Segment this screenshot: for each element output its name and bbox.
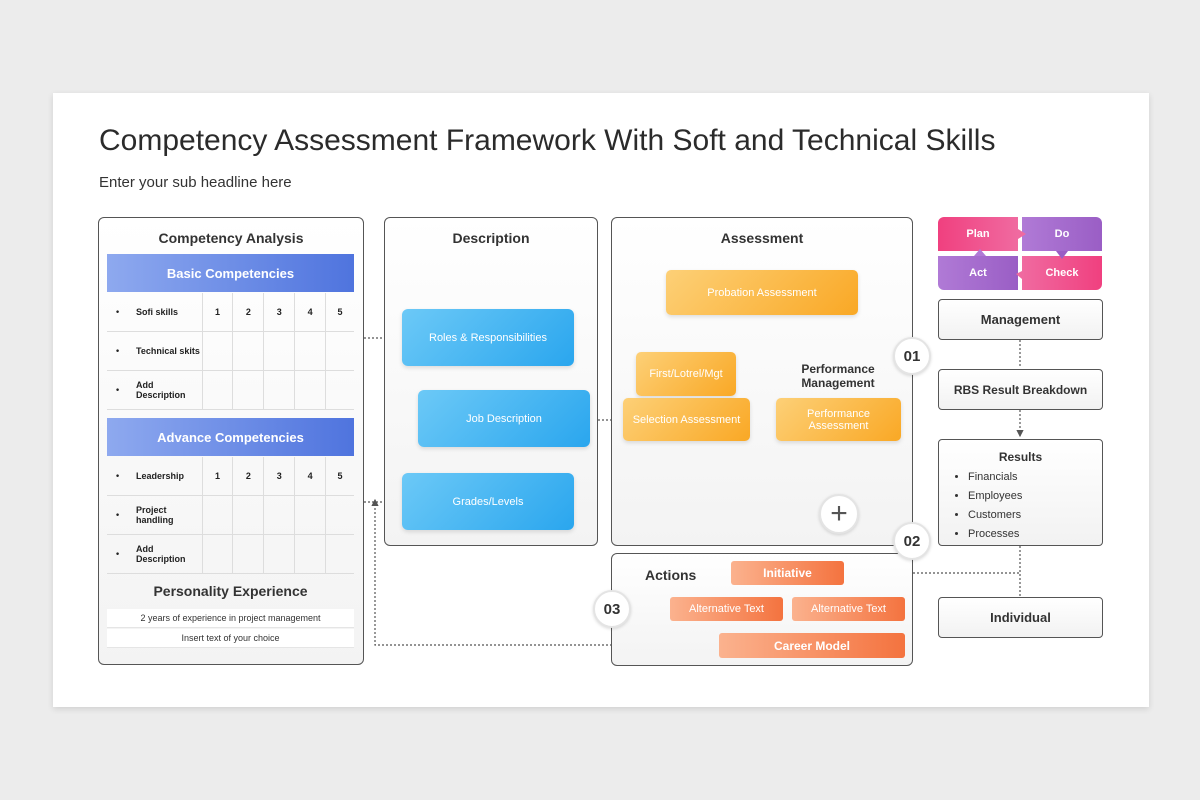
management-box[interactable]: Management <box>938 299 1103 340</box>
individual-box[interactable]: Individual <box>938 597 1103 638</box>
add-icon[interactable]: + <box>819 494 859 534</box>
basic-competencies-header: Basic Competencies <box>107 254 354 292</box>
row-label: Sofi skills <box>107 293 203 332</box>
selection-assessment-box[interactable]: Selection Assessment <box>623 398 750 441</box>
row-label: Technical skits <box>107 331 203 371</box>
rating-cell[interactable] <box>263 331 296 371</box>
step-number-03: 03 <box>593 590 631 628</box>
row-label: Add Description <box>107 370 203 410</box>
rbs-result-breakdown-box[interactable]: RBS Result Breakdown <box>938 369 1103 410</box>
scale-3: 3 <box>263 457 296 496</box>
personality-line: 2 years of experience in project managem… <box>107 609 354 628</box>
rating-cell[interactable] <box>325 534 354 574</box>
rating-cell[interactable] <box>263 534 296 574</box>
scale-5: 5 <box>325 457 354 496</box>
alternative-text-box-2[interactable]: Alternative Text <box>792 597 905 621</box>
basic-competencies-table: Sofi skills 1 2 3 4 5 Technical skits Ad… <box>107 293 354 410</box>
rating-cell[interactable] <box>202 331 234 371</box>
rating-cell[interactable] <box>202 534 234 574</box>
alternative-text-box-1[interactable]: Alternative Text <box>670 597 783 621</box>
table-row: Add Description <box>107 370 354 410</box>
career-model-box[interactable]: Career Model <box>719 633 905 658</box>
rating-cell[interactable] <box>202 370 234 410</box>
rating-cell[interactable] <box>325 495 354 535</box>
table-row: Add Description <box>107 534 354 574</box>
scale-5: 5 <box>325 293 354 332</box>
row-label: Project handling <box>107 495 203 535</box>
table-row: Technical skits <box>107 331 354 371</box>
actions-title: Actions <box>645 567 697 583</box>
probation-assessment-box[interactable]: Probation Assessment <box>666 270 858 315</box>
scale-1: 1 <box>202 293 234 332</box>
personality-experience-title: Personality Experience <box>153 583 308 599</box>
list-item: Financials <box>968 468 1102 487</box>
assessment-title: Assessment <box>720 230 804 246</box>
table-row: Leadership 1 2 3 4 5 <box>107 457 354 496</box>
row-label: Add Description <box>107 534 203 574</box>
description-title: Description <box>452 230 530 246</box>
rating-cell[interactable] <box>294 534 327 574</box>
scale-2: 2 <box>232 293 265 332</box>
scale-2: 2 <box>232 457 265 496</box>
performance-assessment-box[interactable]: Performance Assessment <box>776 398 901 441</box>
scale-4: 4 <box>294 293 327 332</box>
results-box[interactable]: Results Financials Employees Customers P… <box>938 439 1103 546</box>
table-row: Sofi skills 1 2 3 4 5 <box>107 293 354 332</box>
results-title: Results <box>998 450 1043 464</box>
job-description-box[interactable]: Job Description <box>418 390 590 447</box>
competency-analysis-title: Competency Analysis <box>158 230 304 246</box>
rating-cell[interactable] <box>325 331 354 371</box>
rating-cell[interactable] <box>263 370 296 410</box>
advance-competencies-table: Leadership 1 2 3 4 5 Project handling Ad… <box>107 457 354 574</box>
rating-cell[interactable] <box>232 331 265 371</box>
rating-cell[interactable] <box>202 495 234 535</box>
step-number-02: 02 <box>893 522 931 560</box>
list-item: Processes <box>968 525 1102 544</box>
scale-1: 1 <box>202 457 234 496</box>
initiative-box[interactable]: Initiative <box>731 561 844 585</box>
rating-cell[interactable] <box>232 495 265 535</box>
rating-cell[interactable] <box>232 370 265 410</box>
step-number-01: 01 <box>893 337 931 375</box>
table-row: Project handling <box>107 495 354 535</box>
rating-cell[interactable] <box>294 495 327 535</box>
list-item: Customers <box>968 506 1102 525</box>
rating-cell[interactable] <box>294 370 327 410</box>
roles-responsibilities-box[interactable]: Roles & Responsibilities <box>402 309 574 366</box>
rating-cell[interactable] <box>232 534 265 574</box>
rating-cell[interactable] <box>325 370 354 410</box>
first-lotrel-mgt-box[interactable]: First/Lotrel/Mgt <box>636 352 736 396</box>
performance-management-label: Performance Management <box>801 362 875 390</box>
advance-competencies-header: Advance Competencies <box>107 418 354 456</box>
rating-cell[interactable] <box>263 495 296 535</box>
scale-3: 3 <box>263 293 296 332</box>
row-label: Leadership <box>107 457 203 496</box>
results-list: Financials Employees Customers Processes <box>939 468 1102 544</box>
rating-cell[interactable] <box>294 331 327 371</box>
grades-levels-box[interactable]: Grades/Levels <box>402 473 574 530</box>
scale-4: 4 <box>294 457 327 496</box>
pdca-arrow-icons <box>974 229 1068 279</box>
list-item: Employees <box>968 487 1102 506</box>
personality-line: Insert text of your choice <box>107 629 354 648</box>
